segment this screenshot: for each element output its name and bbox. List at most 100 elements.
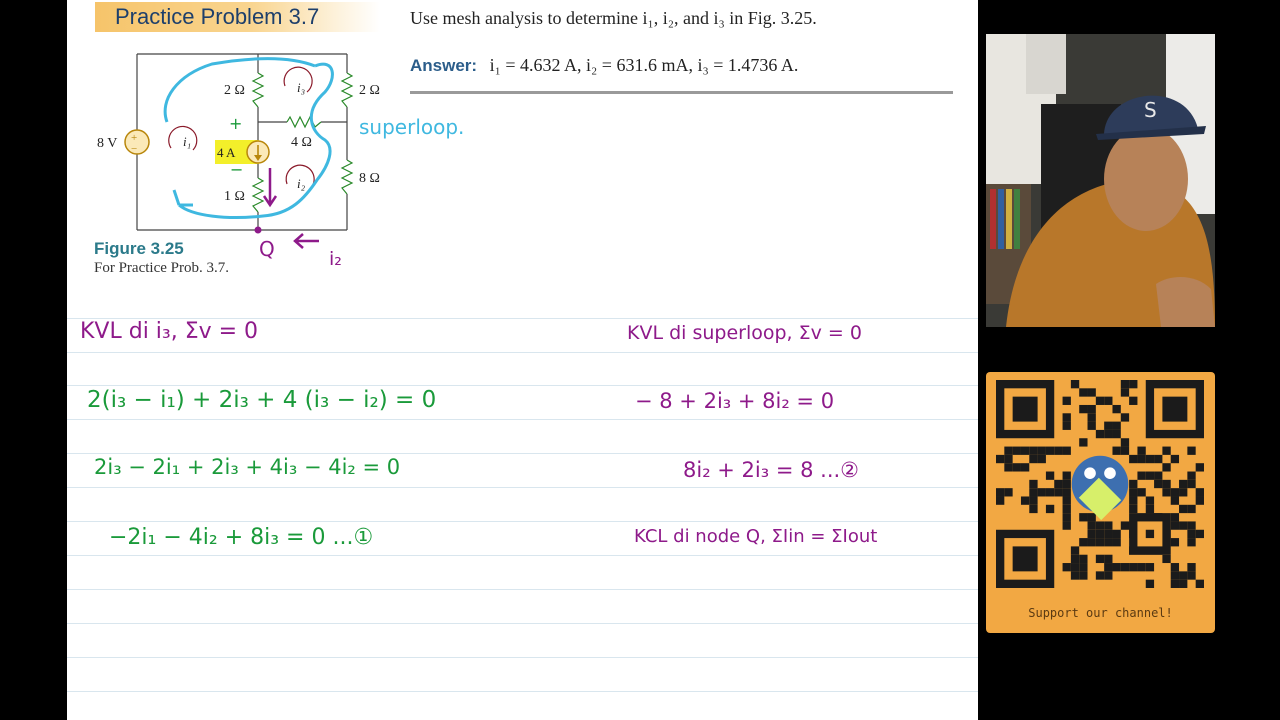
label-8ohm: 8 Ω	[359, 171, 380, 186]
qr-module	[1079, 538, 1088, 547]
qr-module	[1062, 563, 1071, 572]
qr-module	[1004, 454, 1013, 464]
note-left-3: 2i₃ − 2i₁ + 2i₃ + 4i₃ − 4i₂ = 0	[94, 455, 401, 479]
qr-module	[1187, 571, 1196, 580]
qr-module	[1037, 446, 1046, 455]
qr-module	[1154, 471, 1163, 480]
resistor-2ohm-right	[340, 72, 354, 108]
rule-line	[67, 657, 978, 658]
qr-module	[1070, 554, 1080, 564]
label-i1: i₁	[183, 134, 191, 149]
qr-module	[1029, 446, 1038, 455]
qr-module	[1095, 396, 1105, 405]
qr-module	[1029, 488, 1038, 497]
qr-module	[1187, 471, 1196, 480]
qr-module	[1120, 521, 1130, 530]
qr-module	[1004, 446, 1013, 455]
qr-module	[1112, 429, 1121, 439]
qr-module	[1104, 421, 1113, 430]
qr-module	[1120, 413, 1130, 422]
qr-module	[1154, 454, 1163, 464]
qr-module	[1145, 563, 1155, 572]
qr-module	[1087, 529, 1096, 539]
qr-module	[1004, 488, 1013, 497]
label-4a: 4 A	[217, 145, 236, 160]
qr-module	[1079, 388, 1088, 397]
svg-text:S: S	[1144, 98, 1157, 122]
qr-module	[1054, 446, 1063, 455]
figure-caption: For Practice Prob. 3.7.	[94, 260, 229, 276]
qr-module	[1004, 463, 1013, 472]
node-current-arrow	[293, 233, 319, 249]
qr-module	[1045, 488, 1055, 497]
qr-module	[1079, 513, 1088, 522]
qr-module	[1104, 429, 1113, 439]
i2-branch-arrow	[262, 168, 278, 208]
qr-module	[1012, 463, 1021, 472]
node-current-label: i₂	[329, 248, 342, 270]
qr-module	[1187, 529, 1196, 539]
qr-module	[1187, 479, 1196, 489]
presenter-video: S	[986, 34, 1215, 327]
label-2ohm-right: 2 Ω	[359, 83, 380, 98]
qr-module	[1037, 454, 1046, 464]
qr-module	[1187, 538, 1196, 547]
qr-card[interactable]: Support our channel!	[986, 372, 1215, 633]
qr-module	[1179, 479, 1188, 489]
qr-module	[1029, 504, 1038, 514]
qr-module	[1062, 396, 1071, 405]
qr-module	[1162, 446, 1171, 455]
qr-module	[1170, 579, 1180, 588]
rule-line	[67, 555, 978, 556]
qr-module	[1162, 463, 1171, 472]
note-left-4: −2i₁ − 4i₂ + 8i₃ = 0 ...①	[109, 525, 374, 550]
label-i3: i₃	[297, 80, 305, 95]
rule-line	[67, 419, 978, 420]
qr-module	[1145, 454, 1155, 464]
qr-module	[1062, 471, 1071, 480]
qr-module	[1195, 529, 1204, 539]
qr-module	[1112, 446, 1121, 455]
qr-module	[1045, 471, 1055, 480]
qr-module	[1145, 504, 1155, 514]
label-i2: i₂	[297, 176, 306, 191]
qr-module	[1095, 521, 1105, 530]
qr-code[interactable]	[996, 380, 1204, 588]
qr-module	[1095, 429, 1105, 439]
qr-module	[1170, 538, 1180, 547]
qr-module	[1062, 513, 1071, 522]
circuit-diagram: + − 8 V 2 Ω 2 Ω 4 Ω 8 Ω 1 Ω 4 A i₁ i₃ i₂	[97, 53, 380, 249]
qr-module	[1162, 488, 1171, 497]
node-q-dot	[254, 226, 262, 234]
label-2ohm-left: 2 Ω	[224, 83, 245, 98]
rule-line	[67, 352, 978, 353]
qr-module	[1137, 563, 1146, 572]
qr-module	[1062, 413, 1071, 422]
qr-module	[1070, 571, 1080, 580]
qr-module	[1170, 571, 1180, 580]
qr-module	[1129, 496, 1138, 505]
qr-module	[1062, 496, 1071, 505]
qr-module	[1195, 496, 1204, 505]
qr-module	[1129, 454, 1138, 464]
qr-module	[1112, 538, 1121, 547]
note-right-1: KVL di superloop, Σv = 0	[627, 322, 862, 344]
resistor-8ohm	[340, 159, 354, 195]
qr-module	[1079, 563, 1088, 572]
qr-module	[1170, 454, 1180, 464]
qr-module	[1087, 521, 1096, 530]
qr-module	[1087, 538, 1096, 547]
qr-module	[1195, 463, 1204, 472]
rule-line	[67, 521, 978, 522]
qr-module	[1137, 446, 1146, 455]
support-text: Support our channel!	[1028, 606, 1173, 620]
qr-module	[1195, 488, 1204, 497]
qr-module	[1029, 454, 1038, 464]
qr-module	[1137, 488, 1146, 497]
qr-module	[1187, 446, 1196, 455]
qr-module	[1187, 563, 1196, 572]
qr-module	[1120, 388, 1130, 397]
qr-module	[1012, 446, 1021, 455]
qr-module	[1179, 579, 1188, 588]
qr-module	[1070, 563, 1080, 572]
